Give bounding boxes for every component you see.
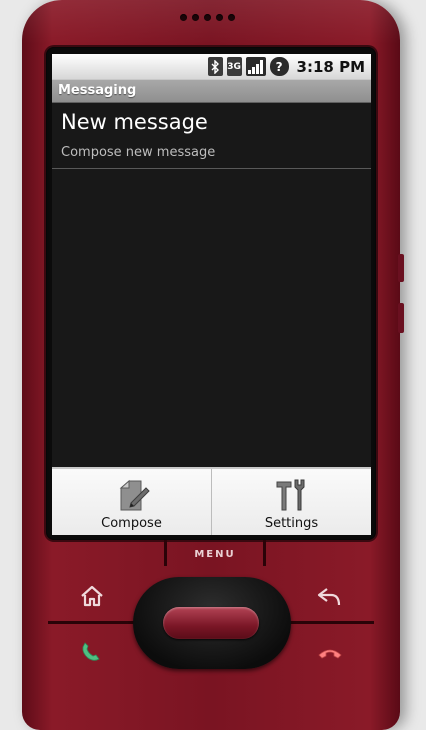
list-item-title: New message <box>61 110 208 134</box>
status-clock: 3:18 PM <box>296 57 365 76</box>
menu-key-label: MENU <box>194 549 236 560</box>
options-menu: Compose Settings <box>52 467 371 535</box>
earpiece-speaker <box>180 14 235 21</box>
key-divider-right <box>290 621 374 624</box>
menu-hardware-key[interactable]: MENU <box>164 540 266 566</box>
status-bar: 3G ? 3:18 PM <box>52 54 371 79</box>
key-divider-left <box>48 621 134 624</box>
signal-icon <box>245 57 266 76</box>
settings-menu-item[interactable]: Settings <box>211 469 371 535</box>
compose-label: Compose <box>101 516 162 531</box>
list-item-new-message[interactable]: New message Compose new message <box>52 103 371 169</box>
call-icon[interactable] <box>78 638 104 664</box>
home-icon[interactable] <box>79 583 105 609</box>
phone-top-highlight <box>22 0 400 44</box>
list-item-subtitle: Compose new message <box>61 145 216 160</box>
3g-icon: 3G <box>226 57 242 76</box>
volume-up-button[interactable] <box>398 254 404 282</box>
compose-menu-item[interactable]: Compose <box>52 469 211 535</box>
app-title: Messaging <box>58 83 137 98</box>
trackball-button[interactable] <box>163 607 259 639</box>
device-screen: 3G ? 3:18 PM Messaging New message Compo… <box>52 54 371 535</box>
volume-down-button[interactable] <box>398 303 404 333</box>
compose-icon <box>119 479 150 511</box>
end-call-icon[interactable] <box>317 640 343 666</box>
app-title-bar: Messaging <box>52 79 371 103</box>
settings-tools-icon <box>276 479 304 511</box>
settings-label: Settings <box>264 516 319 531</box>
unknown-notification-icon: ? <box>269 57 289 76</box>
bluetooth-icon <box>207 57 223 76</box>
back-icon[interactable] <box>316 583 342 609</box>
